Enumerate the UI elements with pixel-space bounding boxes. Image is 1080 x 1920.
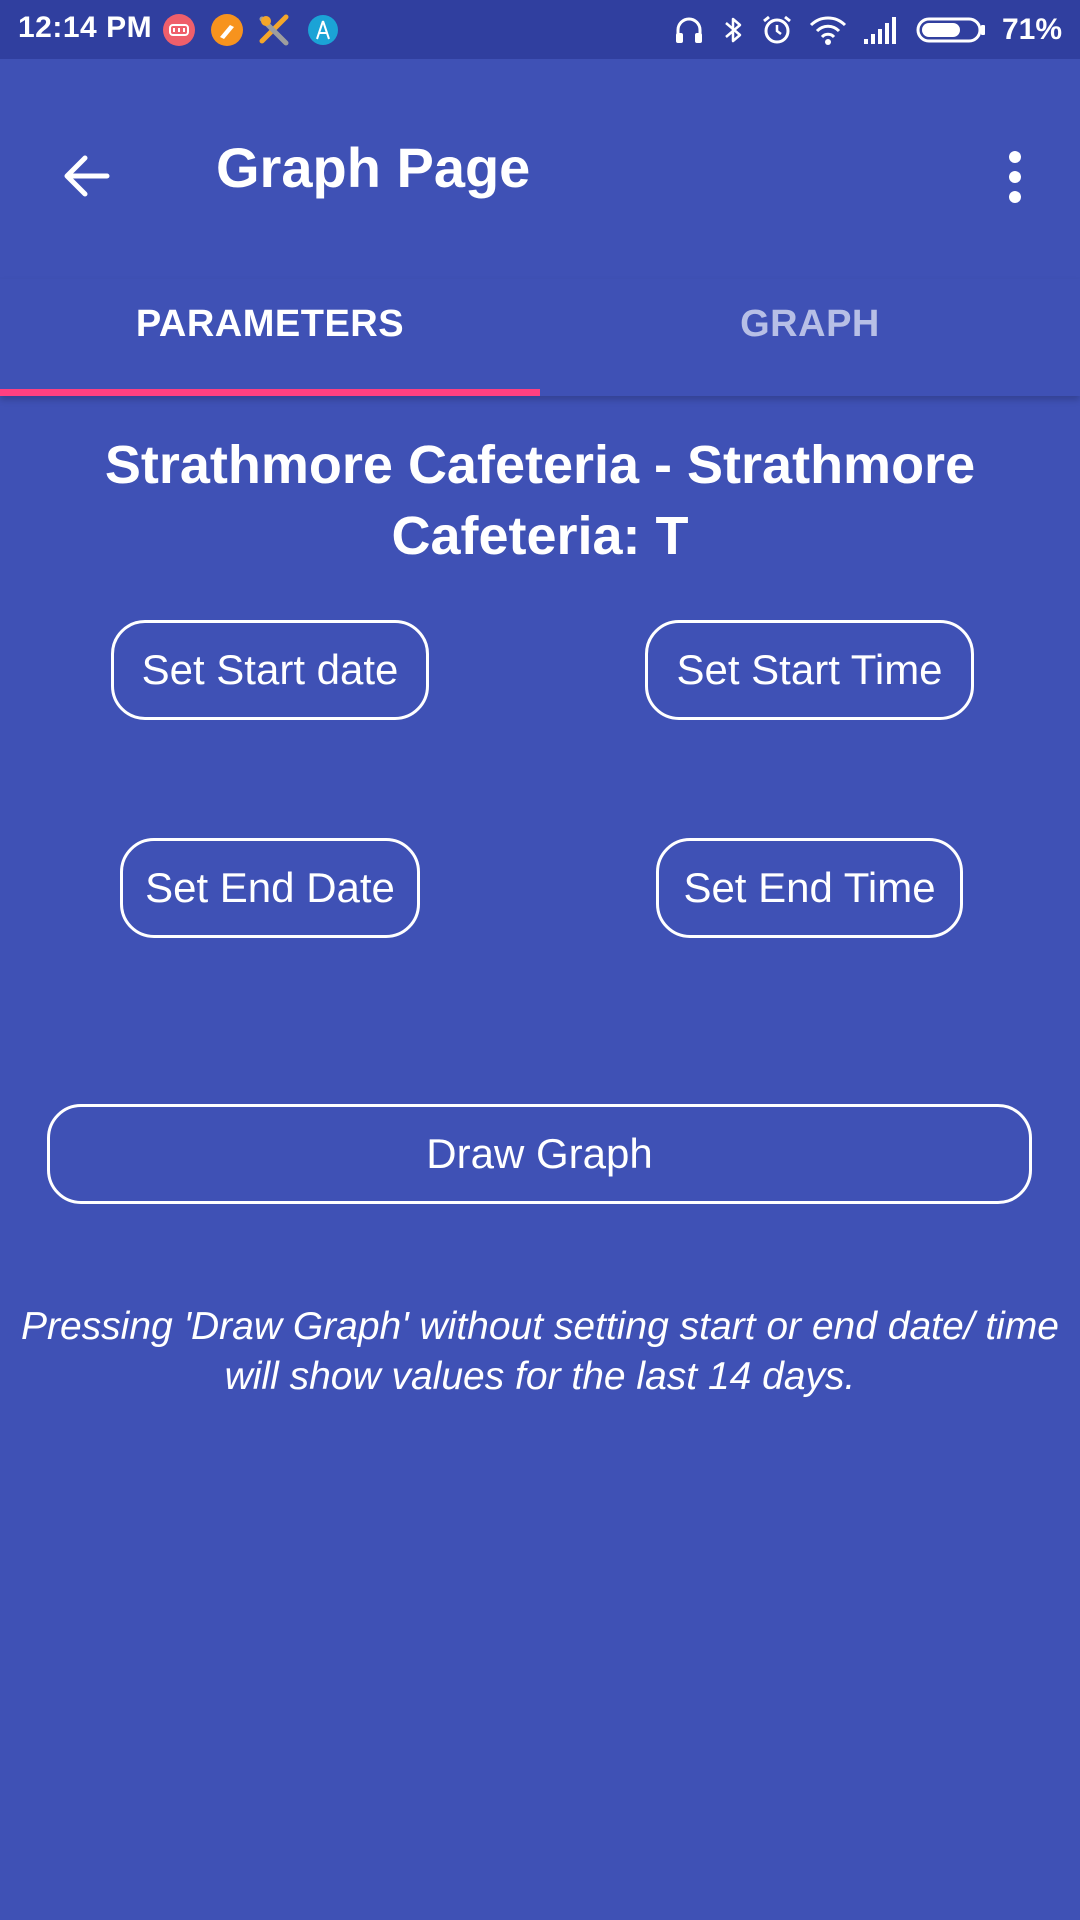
tab-parameters[interactable]: PARAMETERS	[0, 279, 540, 396]
location-heading: Strathmore Cafeteria - Strathmore Cafete…	[104, 435, 976, 566]
alarm-icon	[763, 15, 791, 43]
pocket-app-icon	[163, 14, 195, 46]
tab-indicator	[0, 389, 540, 396]
more-vert-icon	[1009, 151, 1021, 163]
set-start-date-button[interactable]: Set Start date	[111, 620, 429, 720]
paint-brush-icon	[211, 14, 243, 46]
antenna-app-icon	[308, 15, 338, 45]
bluetooth-icon	[725, 17, 742, 42]
hint-text: Pressing 'Draw Graph' without setting st…	[20, 1305, 1060, 1398]
set-end-time-button[interactable]: Set End Time	[656, 838, 963, 938]
wifi-icon	[809, 15, 847, 45]
tab-graph[interactable]: GRAPH	[540, 279, 1080, 396]
page-title: Graph Page	[216, 136, 531, 199]
status-time: 12:14 PM	[18, 11, 153, 44]
battery-icon	[916, 17, 985, 42]
set-start-time-button[interactable]: Set Start Time	[645, 620, 974, 720]
tools-icon	[259, 14, 289, 46]
app-toolbar: Graph Page	[0, 59, 1080, 279]
set-end-date-button[interactable]: Set End Date	[120, 838, 420, 938]
arrow-back-icon	[64, 155, 110, 197]
overflow-menu-button[interactable]	[980, 137, 1050, 217]
status-bar: 12:14 PM 71%	[0, 0, 1080, 59]
tab-bar: PARAMETERS GRAPH	[0, 279, 1080, 396]
back-button[interactable]	[50, 141, 120, 211]
system-status-icons: 71%	[672, 0, 1062, 59]
battery-percent: 71%	[1001, 12, 1062, 46]
headphones-icon	[675, 17, 702, 43]
signal-icon	[863, 16, 896, 44]
draw-graph-button[interactable]: Draw Graph	[47, 1104, 1032, 1204]
